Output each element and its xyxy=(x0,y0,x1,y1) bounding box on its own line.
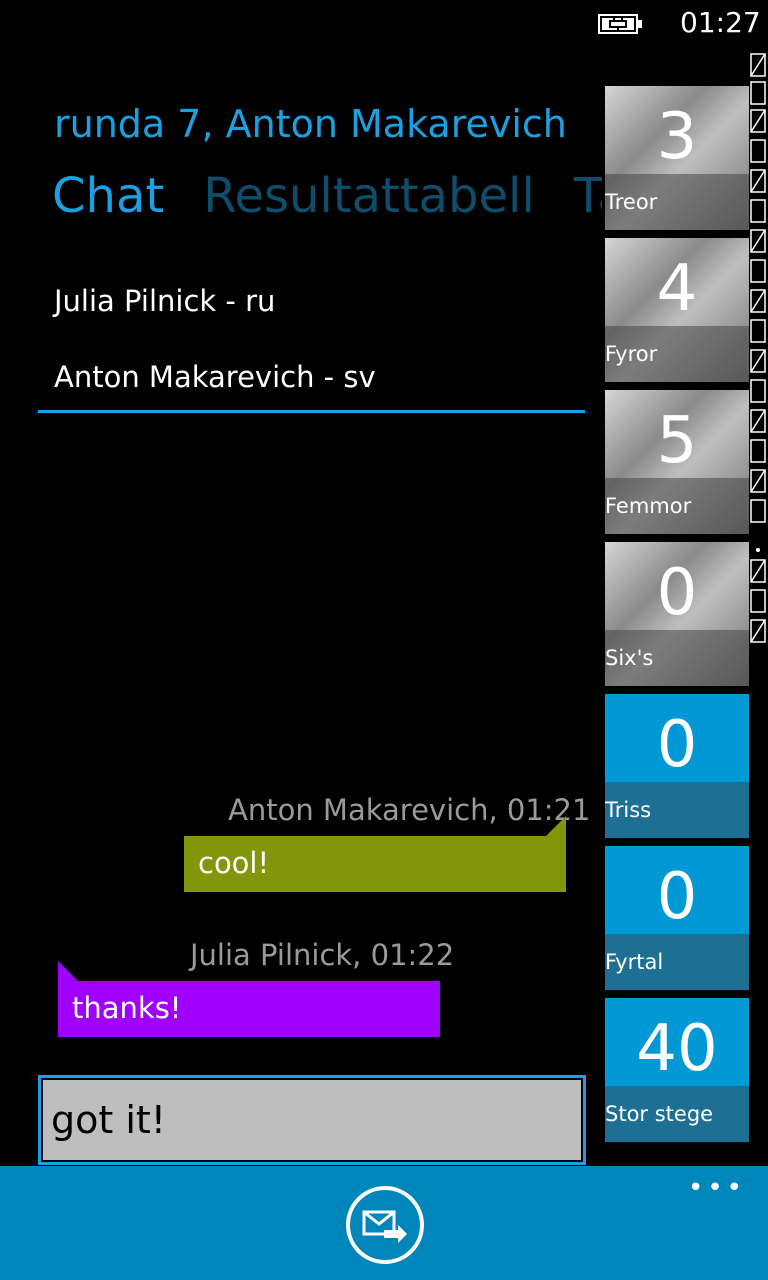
score-tile-triss[interactable]: 0 Triss xyxy=(605,694,749,838)
score-tiles: 3 Treor 4 Fyror 5 Femmor 0 Six's 0 Triss… xyxy=(605,86,749,1150)
status-bar: 01:27 xyxy=(0,0,768,50)
tile-value: 4 xyxy=(656,252,698,326)
tile-label: Fyror xyxy=(605,342,658,366)
more-options-button[interactable]: ••• xyxy=(688,1175,746,1201)
score-tile-fyror[interactable]: 4 Fyror xyxy=(605,238,749,382)
message-meta: Julia Pilnick, 01:22 xyxy=(190,938,455,972)
tile-label: Treor xyxy=(605,190,658,214)
clock: 01:27 xyxy=(680,6,761,39)
tile-label: Six's xyxy=(605,646,654,670)
score-tile-femmor[interactable]: 5 Femmor xyxy=(605,390,749,534)
tile-value: 5 xyxy=(656,404,698,478)
divider xyxy=(38,410,585,413)
memory-counter-overlay xyxy=(750,53,766,643)
tile-label: Triss xyxy=(605,798,652,822)
pivot-header: Chat Resultattabell Tärni xyxy=(52,168,602,232)
score-tile-treor[interactable]: 3 Treor xyxy=(605,86,749,230)
app-bar: ••• xyxy=(0,1166,768,1280)
send-button[interactable] xyxy=(346,1186,424,1264)
tile-label: Fyrtal xyxy=(605,950,664,974)
bubble-tail xyxy=(546,816,566,836)
message-input-container xyxy=(38,1075,586,1165)
message-bubble-outgoing: cool! xyxy=(184,836,566,892)
score-tile-sixs[interactable]: 0 Six's xyxy=(605,542,749,686)
score-tile-fyrtal[interactable]: 0 Fyrtal xyxy=(605,846,749,990)
message-bubble-incoming: thanks! xyxy=(58,981,440,1037)
tile-value: 0 xyxy=(656,556,698,630)
send-message-icon xyxy=(362,1210,407,1243)
tile-label: Stor stege xyxy=(605,1102,714,1126)
score-tile-stor-stege[interactable]: 40 Stor stege xyxy=(605,998,749,1142)
bubble-tail xyxy=(58,961,78,981)
participant-item: Anton Makarevich - sv xyxy=(54,360,376,394)
tile-value: 3 xyxy=(656,100,698,174)
tile-value: 0 xyxy=(656,860,698,934)
page-title: runda 7, Anton Makarevich xyxy=(54,102,567,146)
tile-label: Femmor xyxy=(605,494,692,518)
message-input[interactable] xyxy=(41,1078,583,1162)
tab-tarningar[interactable]: Tärni xyxy=(574,168,602,224)
tab-resultattabell[interactable]: Resultattabell xyxy=(203,168,534,224)
battery-charging-icon xyxy=(598,14,642,34)
tile-value: 40 xyxy=(636,1012,718,1086)
participant-item: Julia Pilnick - ru xyxy=(54,284,276,318)
tab-chat[interactable]: Chat xyxy=(52,168,164,224)
message-meta: Anton Makarevich, 01:21 xyxy=(228,793,591,827)
tile-value: 0 xyxy=(656,708,698,782)
